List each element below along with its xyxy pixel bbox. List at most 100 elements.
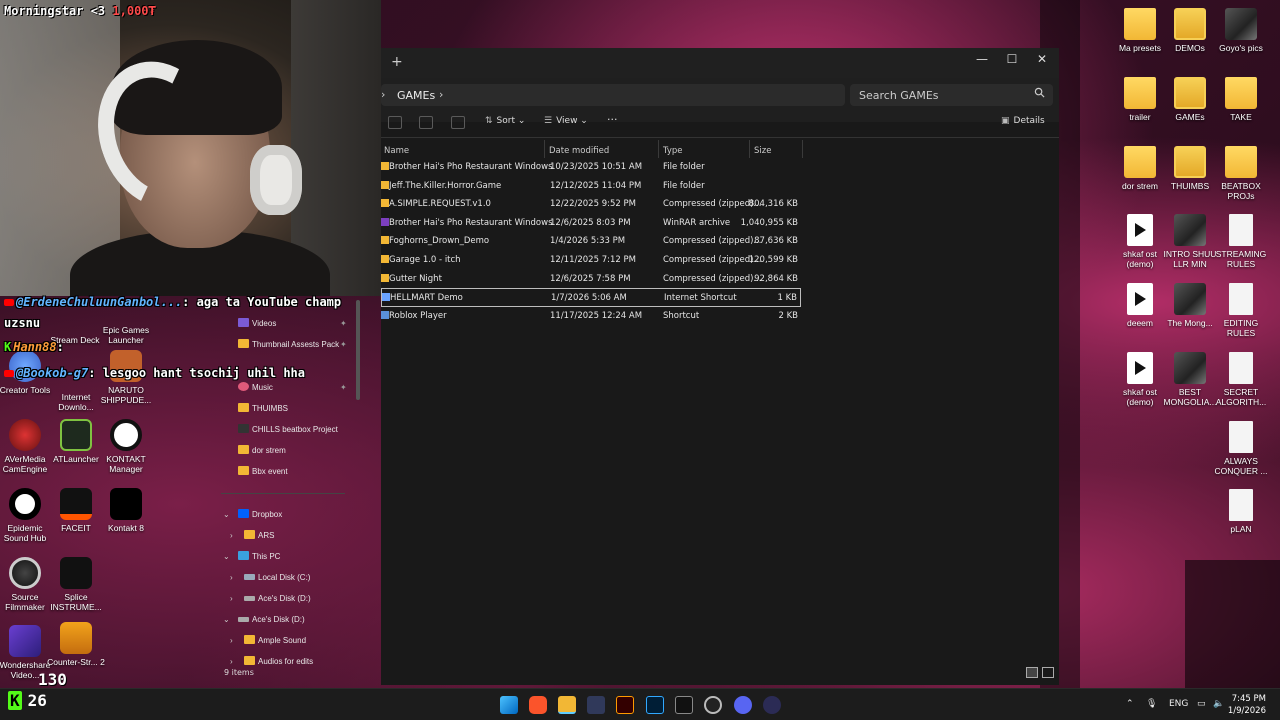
- nav-item-dropbox[interactable]: ⌄ Dropbox: [221, 505, 360, 526]
- nav-item-dor-strem[interactable]: dor strem: [221, 441, 360, 462]
- start-button-icon[interactable]: [500, 696, 518, 714]
- chevron-right-icon[interactable]: ›: [230, 594, 233, 603]
- column-separator[interactable]: [802, 140, 803, 158]
- address-bar[interactable]: › GAMEs ›: [381, 84, 845, 106]
- delete-icon[interactable]: [451, 116, 465, 129]
- photoshop-icon[interactable]: [646, 696, 664, 714]
- file-row[interactable]: Gutter Night 12/6/2025 7:58 PM Compressed …: [381, 270, 801, 289]
- language-indicator[interactable]: ENG: [1169, 699, 1188, 709]
- column-date-modified[interactable]: Date modified: [549, 146, 609, 156]
- chevron-down-icon[interactable]: ⌄: [223, 510, 230, 519]
- column-type[interactable]: Type: [663, 146, 683, 156]
- app-icon[interactable]: [587, 696, 605, 714]
- details-button[interactable]: ▣ Details: [1001, 116, 1045, 126]
- desktop-icon[interactable]: BEATBOX PROJs: [1212, 146, 1270, 201]
- nav-item-ars[interactable]: › ARS: [221, 526, 360, 547]
- system-clock[interactable]: 7:45 PM 1/9/2026: [1228, 693, 1266, 717]
- chevron-right-icon[interactable]: ›: [230, 531, 233, 540]
- app-icon[interactable]: [763, 696, 781, 714]
- chevron-right-icon[interactable]: ›: [230, 636, 233, 645]
- desktop-icon-kontakt-8[interactable]: Kontakt 8: [97, 488, 155, 533]
- file-explorer-icon[interactable]: [558, 696, 576, 714]
- chevron-right-icon[interactable]: ›: [230, 573, 233, 582]
- maximize-button[interactable]: ☐: [997, 52, 1027, 66]
- desktop-icon[interactable]: TAKE: [1212, 77, 1270, 122]
- tiles-view-icon[interactable]: [1042, 667, 1054, 678]
- chevron-right-icon[interactable]: ›: [230, 657, 233, 666]
- microphone-icon[interactable]: 🎙: [1146, 699, 1157, 709]
- desktop-icon-source-filmmaker[interactable]: Source Filmmaker: [0, 557, 54, 612]
- nav-item-videos[interactable]: Videos ✦: [221, 314, 360, 335]
- column-separator[interactable]: [658, 140, 659, 158]
- desktop-icon[interactable]: ALWAYS CONQUER ...: [1212, 421, 1270, 476]
- nav-item-chills[interactable]: CHILLS beatbox Project: [221, 420, 360, 441]
- discord-icon[interactable]: [734, 696, 752, 714]
- file-type: Compressed (zipped)...: [663, 199, 762, 210]
- desktop-icon-avermedia[interactable]: AVerMedia CamEngine: [0, 419, 54, 474]
- file-size: 2 KB: [778, 310, 798, 321]
- desktop-icon[interactable]: EDITING RULES: [1212, 283, 1270, 338]
- file-row[interactable]: A.SIMPLE.REQUEST.v1.0 12/22/2025 9:52 PM C…: [381, 195, 801, 214]
- brave-browser-icon[interactable]: [529, 696, 547, 714]
- desktop-icon[interactable]: BEST MONGOLIA...: [1161, 352, 1219, 407]
- nav-item-thuimbs[interactable]: THUIMBS: [221, 399, 360, 420]
- new-tab-button[interactable]: +: [391, 54, 403, 70]
- ableton-live-icon[interactable]: [675, 696, 693, 714]
- sort-button[interactable]: ⇅ Sort ⌄: [485, 116, 525, 126]
- minimize-button[interactable]: —: [967, 52, 997, 66]
- chevron-down-icon[interactable]: ⌄: [223, 615, 230, 624]
- nav-item-music[interactable]: Music ✦: [221, 378, 360, 399]
- nav-item-thumbnail-assets[interactable]: Thumbnail Assests Pack ✦: [221, 335, 360, 356]
- desktop-icon[interactable]: Goyo's pics: [1212, 8, 1270, 53]
- follower-counter: 130: [38, 670, 67, 689]
- breadcrumb-games[interactable]: GAMEs: [397, 89, 435, 102]
- desktop-icon[interactable]: DEMOs: [1161, 8, 1219, 53]
- copy-icon[interactable]: [388, 116, 402, 129]
- details-view-icon[interactable]: [1026, 667, 1038, 678]
- nav-item-aces-disk-d[interactable]: › Ace's Disk (D:): [221, 589, 360, 610]
- desktop-icon[interactable]: THUIMBS: [1161, 146, 1219, 191]
- close-button[interactable]: ✕: [1027, 52, 1057, 66]
- column-size[interactable]: Size: [754, 146, 771, 156]
- nav-item-local-disk-c[interactable]: › Local Disk (C:): [221, 568, 360, 589]
- illustrator-icon[interactable]: [616, 696, 634, 714]
- file-row[interactable]: Foghorns_Drown_Demo 1/4/2026 5:33 PM Compr…: [381, 232, 801, 251]
- file-row[interactable]: Jeff.The.Killer.Horror.Game 12/12/2025 11…: [381, 177, 801, 196]
- file-row[interactable]: Roblox Player 11/17/2025 12:24 AM Shortcut…: [381, 307, 801, 326]
- file-row[interactable]: Garage 1.0 - itch 12/11/2025 7:12 PM Compr…: [381, 251, 801, 270]
- nav-item-ample-sound[interactable]: › Ample Sound: [221, 631, 360, 652]
- desktop-icon[interactable]: SECRET ALGORITH...: [1212, 352, 1270, 407]
- column-name[interactable]: Name: [384, 146, 409, 156]
- column-separator[interactable]: [544, 140, 545, 158]
- chevron-down-icon[interactable]: ⌄: [223, 552, 230, 561]
- nav-item-bbx-event[interactable]: Bbx event: [221, 462, 360, 483]
- desktop-icon[interactable]: STREAMING RULES: [1212, 214, 1270, 269]
- desktop-icon[interactable]: INTRO SHUU LLR MIN: [1161, 214, 1219, 269]
- desktop-icon[interactable]: pLAN: [1212, 489, 1270, 534]
- search-input[interactable]: Search GAMEs: [850, 84, 1053, 106]
- desktop-icon-counter-strike[interactable]: Counter-Str... 2: [47, 622, 105, 667]
- share-icon[interactable]: [419, 116, 433, 129]
- desktop-icon-epidemic[interactable]: Epidemic Sound Hub: [0, 488, 54, 543]
- volume-icon[interactable]: 🔈: [1213, 699, 1224, 709]
- file-row[interactable]: Brother Hai's Pho Restaurant Windows 10/2…: [381, 158, 801, 177]
- file-row[interactable]: Brother Hai's Pho Restaurant Windows 12/6…: [381, 214, 801, 233]
- nav-item-this-pc[interactable]: ⌄ This PC: [221, 547, 360, 568]
- nav-item-aces-disk-d-expanded[interactable]: ⌄ Ace's Disk (D:): [221, 610, 360, 631]
- chevron-right-icon[interactable]: ›: [439, 88, 443, 101]
- nav-scrollbar[interactable]: [356, 300, 360, 400]
- file-row[interactable]: HELLMART Demo 1/7/2026 5:06 AM Internet Sh…: [381, 288, 801, 308]
- desktop-icon-splice[interactable]: Splice INSTRUME...: [47, 557, 105, 612]
- desktop-icon[interactable]: The Mong...: [1161, 283, 1219, 328]
- clock-time: 7:45 PM: [1231, 694, 1266, 704]
- desktop-icon-kontakt-manager[interactable]: KONTAKT Manager: [97, 419, 155, 474]
- desktop-icon-label: STREAMING RULES: [1215, 249, 1267, 269]
- chevron-up-icon[interactable]: ⌃: [1126, 699, 1134, 709]
- more-options-button[interactable]: ···: [607, 113, 618, 126]
- obs-icon[interactable]: [704, 696, 722, 714]
- atlauncher-icon: [60, 419, 92, 451]
- column-separator[interactable]: [749, 140, 750, 158]
- display-icon[interactable]: ▭: [1197, 699, 1206, 709]
- desktop-icon[interactable]: GAMEs: [1161, 77, 1219, 122]
- view-button[interactable]: ☰ View ⌄: [544, 116, 588, 126]
